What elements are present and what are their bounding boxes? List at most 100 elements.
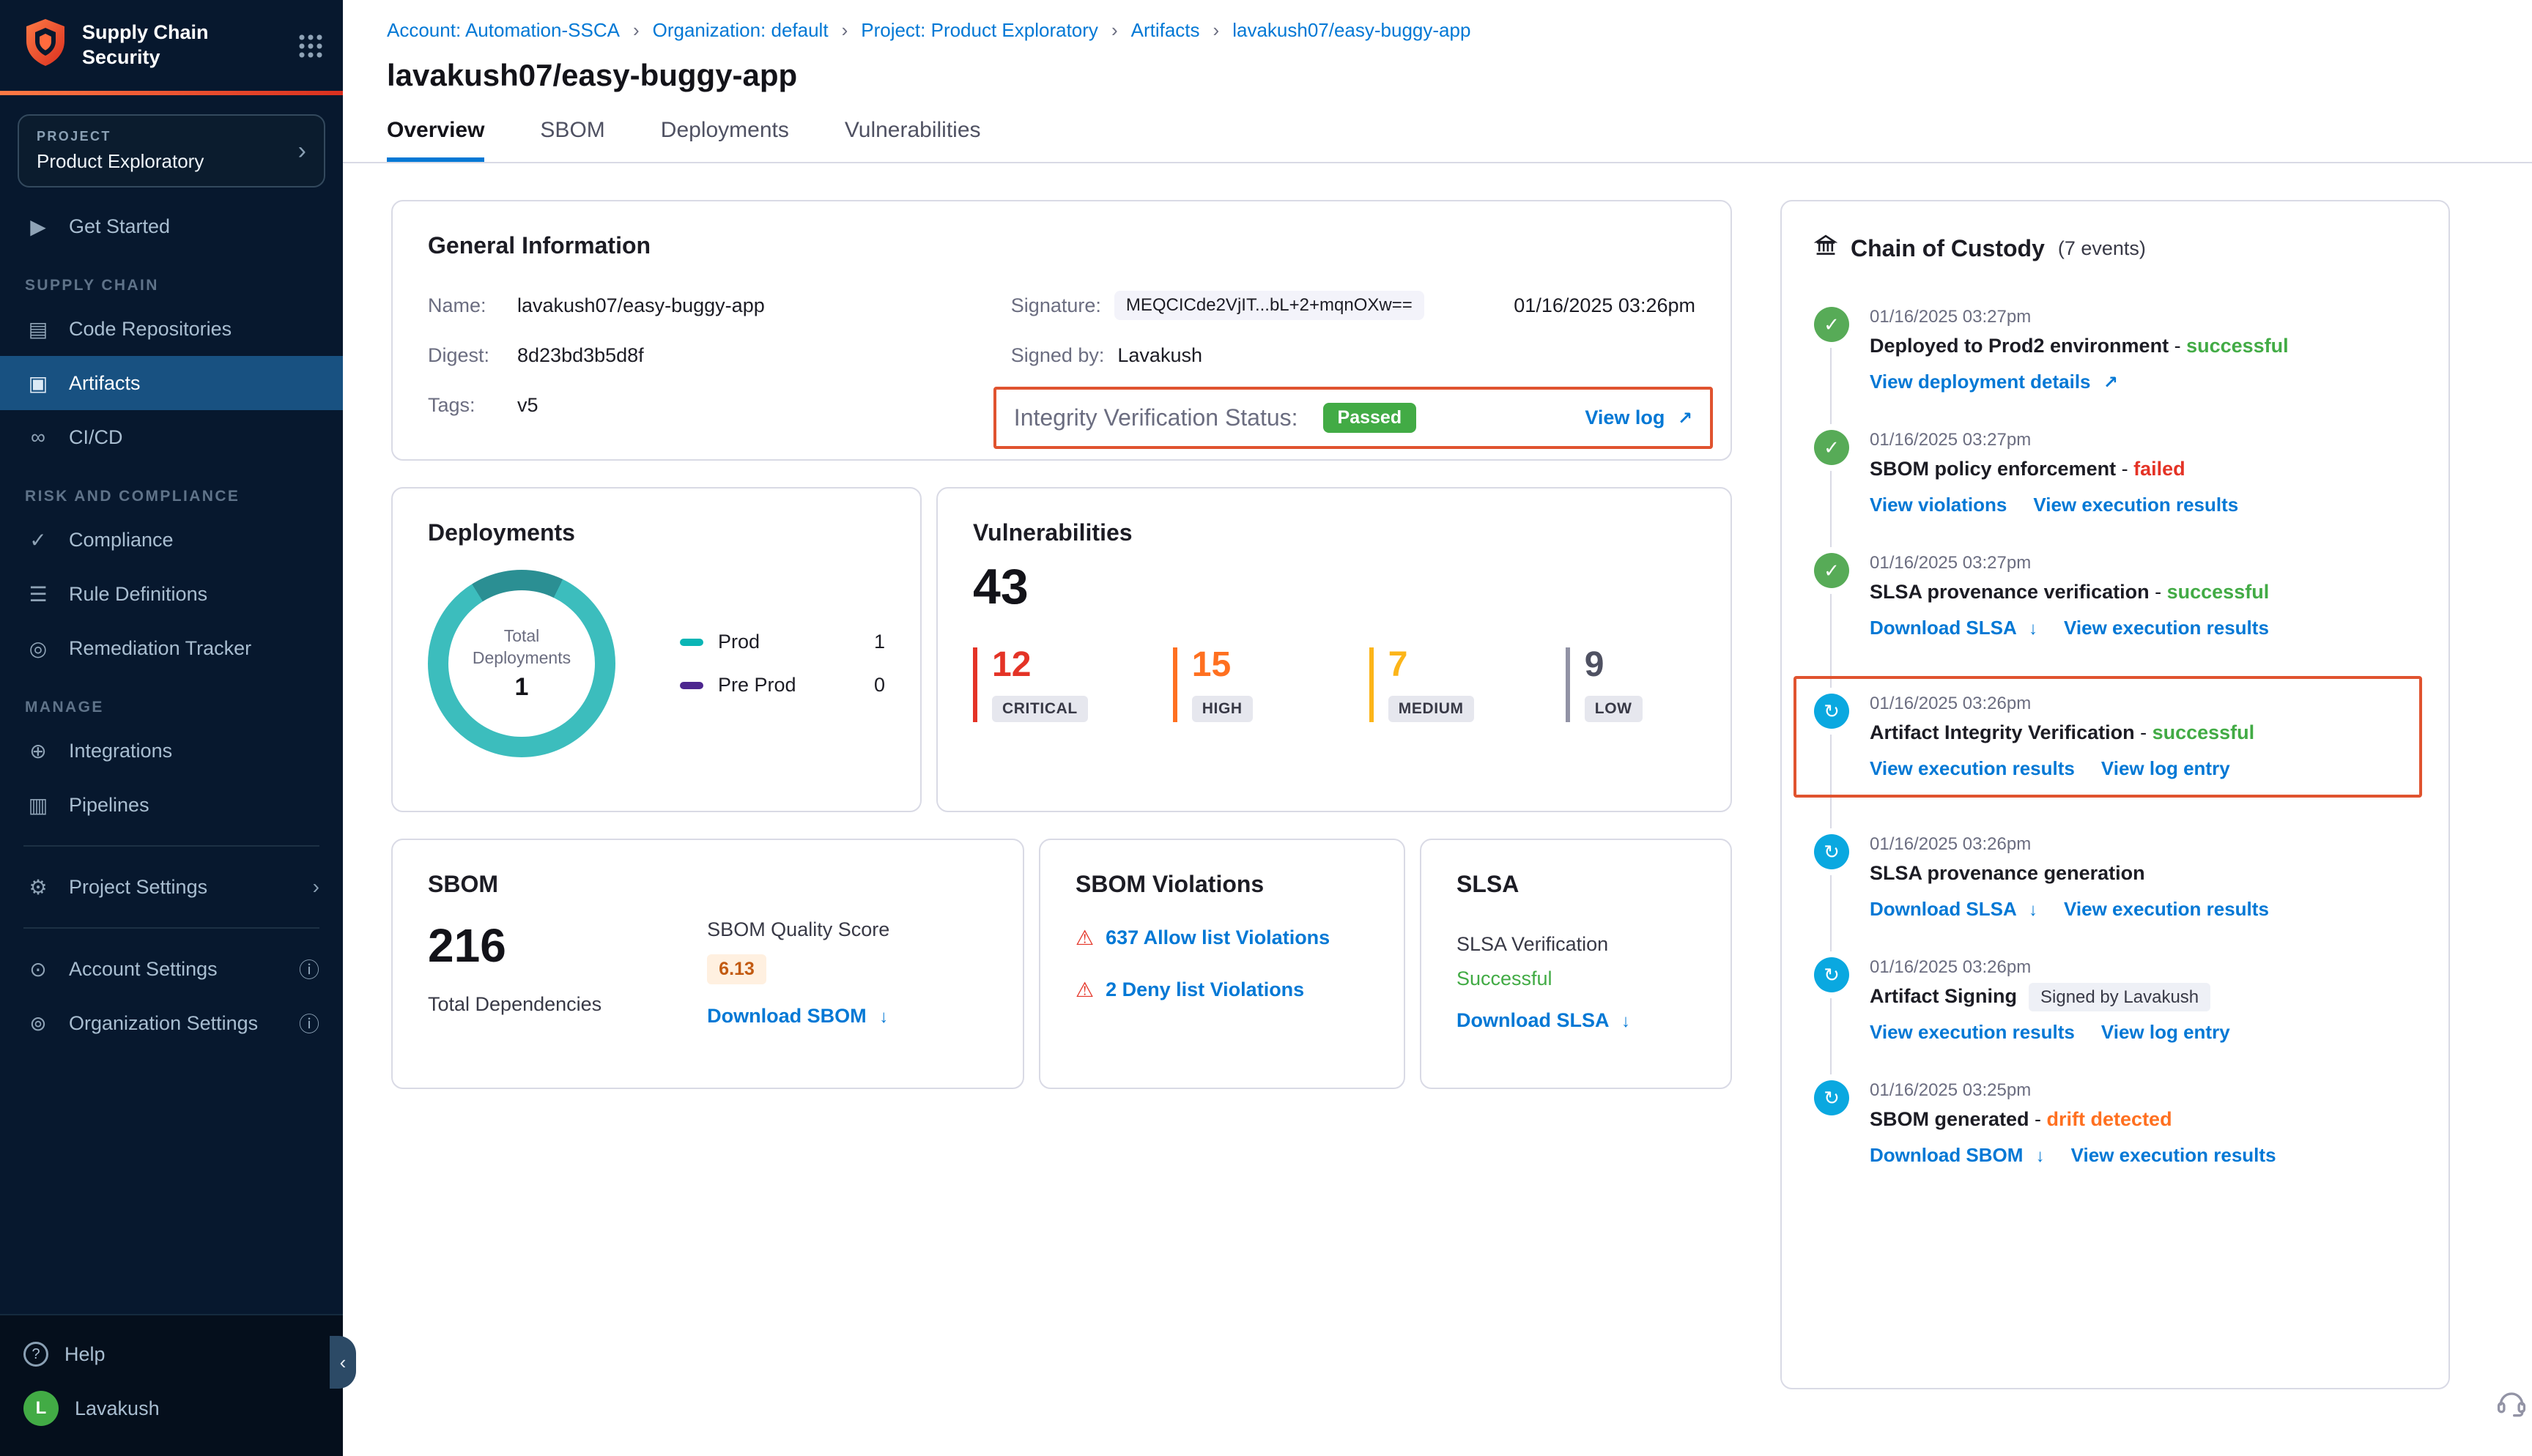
compliance-icon: ✓ (23, 528, 53, 552)
download-icon: ↓ (1621, 1011, 1630, 1031)
download-icon: ↓ (2029, 619, 2037, 639)
sidebar-item-pipelines[interactable]: ▥ Pipelines (0, 778, 343, 832)
info-icon: ⓘ (299, 1009, 319, 1038)
view-execution-results-link[interactable]: View execution results (2033, 494, 2238, 516)
severity-low: 9 LOW (1566, 647, 1677, 722)
divider (23, 845, 319, 847)
download-sbom-link[interactable]: Download SBOM ↓ (1870, 1144, 2045, 1167)
sidebar-collapse-handle[interactable]: ‹ (330, 1336, 356, 1389)
breadcrumb-current[interactable]: lavakush07/easy-buggy-app (1232, 19, 1470, 42)
sidebar-section-risk-and-compliance: RISK AND COMPLIANCE (25, 488, 343, 505)
signed-by-label: Signed by: (1011, 344, 1105, 367)
organization-settings-icon: ⊚ (23, 1011, 53, 1036)
page-title: lavakush07/easy-buggy-app (387, 58, 2532, 93)
allow-list-violations-link[interactable]: 637 Allow list Violations (1106, 926, 1330, 949)
breadcrumb: Account: Automation-SSCA › Organization:… (343, 0, 2532, 42)
sidebar-item-cicd[interactable]: ∞ CI/CD (0, 410, 343, 464)
view-execution-results-link[interactable]: View execution results (1870, 1021, 2075, 1044)
sidebar-section-supply-chain: SUPPLY CHAIN (25, 277, 343, 294)
sidebar-item-compliance[interactable]: ✓ Compliance (0, 513, 343, 567)
main-content: Account: Automation-SSCA › Organization:… (343, 0, 2532, 1456)
tab-vulnerabilities[interactable]: Vulnerabilities (845, 118, 981, 162)
deployments-legend: Prod 1 Pre Prod 0 (680, 610, 885, 717)
sidebar-item-get-started[interactable]: ▶ Get Started (0, 199, 343, 253)
view-violations-link[interactable]: View violations (1870, 494, 2007, 516)
view-execution-results-link[interactable]: View execution results (2071, 1144, 2276, 1167)
coc-event-slsa-verification: ✓ 01/16/2025 03:27pm SLSA provenance ver… (1814, 553, 2416, 639)
breadcrumb-organization[interactable]: Organization: default (653, 19, 829, 42)
sidebar-item-label: Artifacts (69, 372, 141, 395)
view-execution-results-link[interactable]: View execution results (2064, 898, 2269, 921)
integrity-event-icon: ↻ (1814, 694, 1849, 729)
avatar: L (23, 1391, 59, 1426)
download-slsa-link[interactable]: Download SLSA ↓ (1870, 617, 2037, 639)
sidebar-item-project-settings[interactable]: ⚙ Project Settings › (0, 860, 343, 914)
sbom-violations-card: SBOM Violations ⚠ 637 Allow list Violati… (1039, 839, 1405, 1089)
account-settings-icon: ⊙ (23, 957, 53, 981)
sidebar-item-integrations[interactable]: ⊕ Integrations (0, 724, 343, 778)
breadcrumb-account[interactable]: Account: Automation-SSCA (387, 19, 620, 42)
integrations-icon: ⊕ (23, 739, 53, 763)
artifact-tags: v5 (517, 394, 538, 417)
sidebar-item-label: Pipelines (69, 794, 149, 817)
support-icon[interactable] (2495, 1386, 2528, 1424)
view-execution-results-link[interactable]: View execution results (1870, 757, 2075, 780)
download-slsa-link[interactable]: Download SLSA ↓ (1456, 1009, 1695, 1032)
chain-of-custody-icon (1814, 234, 1837, 263)
signature-label: Signature: (1011, 294, 1101, 317)
slsa-verify-event-icon: ✓ (1814, 553, 1849, 588)
tab-sbom[interactable]: SBOM (540, 118, 604, 162)
project-selector-name: Product Exploratory (37, 150, 298, 173)
sidebar-item-account-settings[interactable]: ⊙ Account Settings ⓘ (0, 942, 343, 996)
download-icon: ↓ (2029, 900, 2037, 920)
help-button[interactable]: ? Help (0, 1327, 343, 1381)
get-started-icon: ▶ (23, 215, 53, 239)
donut-total: 1 (515, 673, 529, 702)
external-link-icon: ↗ (1678, 409, 1692, 428)
tab-deployments[interactable]: Deployments (661, 118, 789, 162)
signed-by-badge: Signed by Lavakush (2029, 983, 2210, 1011)
divider (23, 927, 319, 929)
breadcrumb-artifacts[interactable]: Artifacts (1131, 19, 1200, 42)
sidebar-item-organization-settings[interactable]: ⊚ Organization Settings ⓘ (0, 996, 343, 1050)
sidebar-item-label: Remediation Tracker (69, 637, 251, 660)
slsa-verification-status: Successful (1456, 967, 1695, 990)
warning-icon: ⚠ (1076, 978, 1094, 1002)
signed-by-value: Lavakush (1117, 344, 1202, 367)
sidebar-item-remediation-tracker[interactable]: ◎ Remediation Tracker (0, 621, 343, 675)
breadcrumb-separator-icon: › (633, 19, 640, 42)
sidebar-item-artifacts[interactable]: ▣ Artifacts (0, 356, 343, 410)
deny-list-violations-row: ⚠ 2 Deny list Violations (1076, 978, 1369, 1002)
view-log-entry-link[interactable]: View log entry (2101, 757, 2230, 780)
coc-event-slsa-generation: ↻ 01/16/2025 03:26pm SLSA provenance gen… (1814, 834, 2416, 921)
signature-timestamp: 01/16/2025 03:26pm (1514, 294, 1695, 317)
download-slsa-link[interactable]: Download SLSA ↓ (1870, 898, 2037, 921)
tab-overview[interactable]: Overview (387, 118, 484, 162)
pre-prod-legend-swatch (680, 682, 703, 689)
remediation-tracker-icon: ◎ (23, 636, 53, 661)
severity-medium: 7 MEDIUM (1369, 647, 1481, 722)
project-selector-label: PROJECT (37, 129, 298, 144)
user-name: Lavakush (75, 1397, 160, 1420)
user-menu[interactable]: L Lavakush (0, 1381, 343, 1435)
vulnerabilities-total: 43 (973, 558, 1695, 615)
view-log-entry-link[interactable]: View log entry (2101, 1021, 2230, 1044)
sidebar-item-rule-definitions[interactable]: ☰ Rule Definitions (0, 567, 343, 621)
view-execution-results-link[interactable]: View execution results (2064, 617, 2269, 639)
download-sbom-link[interactable]: Download SBOM ↓ (707, 1005, 889, 1028)
view-deployment-details-link[interactable]: View deployment details ↗ (1870, 371, 2118, 393)
sidebar-item-code-repositories[interactable]: ▤ Code Repositories (0, 302, 343, 356)
module-grid-icon[interactable] (297, 33, 322, 58)
sidebar-item-label: Account Settings (69, 958, 218, 981)
rule-definitions-icon: ☰ (23, 582, 53, 606)
view-log-link[interactable]: View log ↗ (1585, 406, 1692, 429)
help-label: Help (64, 1343, 106, 1366)
integrity-status-badge: Passed (1323, 403, 1417, 433)
project-selector[interactable]: PROJECT Product Exploratory › (18, 114, 325, 187)
info-icon: ⓘ (299, 954, 319, 984)
event-count: (7 events) (2058, 237, 2146, 260)
breadcrumb-project[interactable]: Project: Product Exploratory (861, 19, 1098, 42)
deny-list-violations-link[interactable]: 2 Deny list Violations (1106, 978, 1304, 1001)
name-label: Name: (428, 294, 504, 317)
coc-event-artifact-signing: ↻ 01/16/2025 03:26pm Artifact SigningSig… (1814, 957, 2416, 1044)
